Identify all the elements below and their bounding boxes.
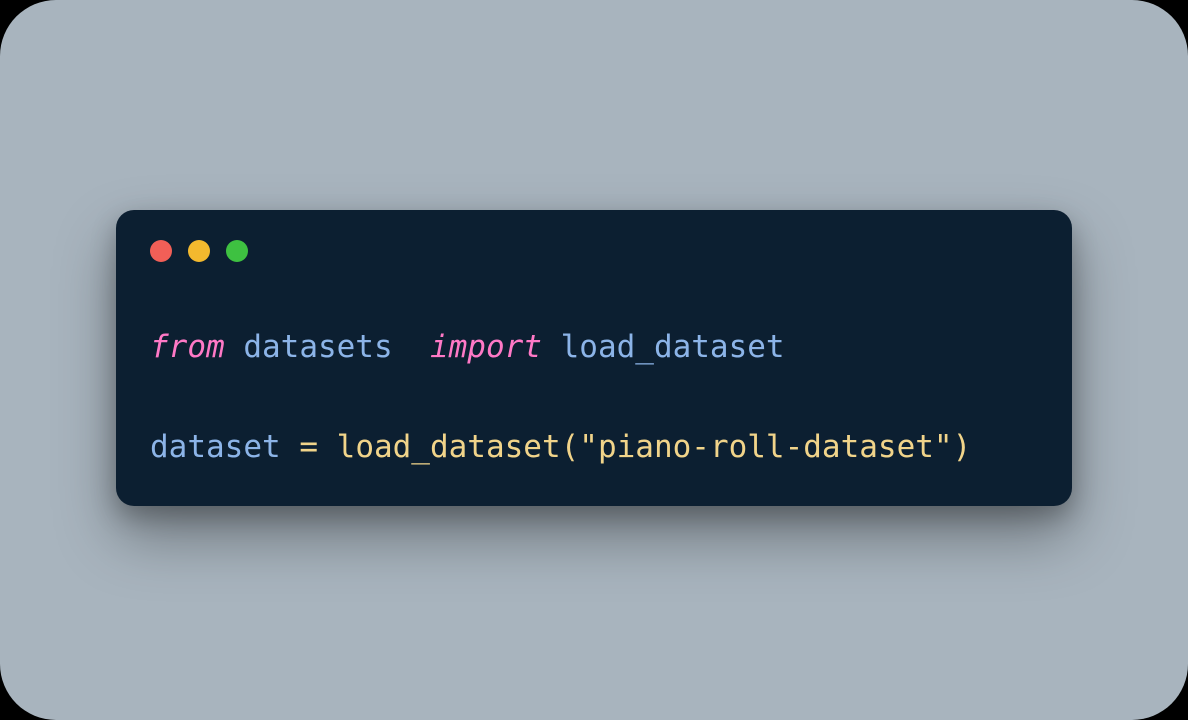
import-name: load_dataset — [561, 329, 785, 365]
keyword-from: from — [150, 329, 225, 365]
keyword-import: import — [430, 329, 542, 365]
open-paren: ( — [561, 429, 580, 465]
string-literal: "piano-roll-dataset" — [579, 429, 952, 465]
close-icon[interactable] — [150, 240, 172, 262]
terminal-window: from datasets import load_dataset datase… — [116, 210, 1072, 507]
code-block: from datasets import load_dataset datase… — [116, 262, 1072, 473]
equals-operator: = — [299, 429, 336, 465]
variable-name: dataset — [150, 429, 281, 465]
module-name: datasets — [243, 329, 392, 365]
close-paren: ) — [953, 429, 972, 465]
maximize-icon[interactable] — [226, 240, 248, 262]
canvas: from datasets import load_dataset datase… — [0, 0, 1188, 720]
window-controls — [116, 210, 1072, 262]
minimize-icon[interactable] — [188, 240, 210, 262]
function-call: load_dataset — [337, 429, 561, 465]
